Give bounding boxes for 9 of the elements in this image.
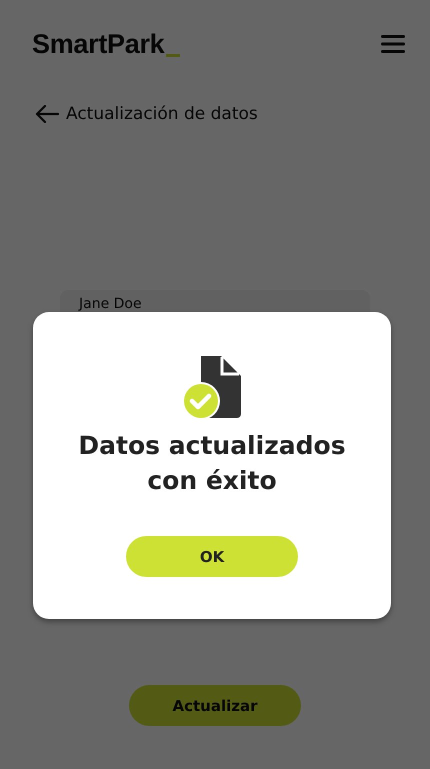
logo-text: SmartPark	[32, 30, 164, 58]
update-button[interactable]: Actualizar	[129, 685, 301, 726]
document-check-icon	[181, 354, 243, 420]
ok-button[interactable]: OK	[126, 536, 298, 577]
page-title: Actualización de datos	[66, 104, 258, 124]
logo-bar-icon	[166, 54, 180, 56]
dialog-message: Datos actualizados con éxito	[77, 430, 347, 497]
back-arrow-icon[interactable]	[35, 105, 59, 123]
menu-icon[interactable]	[381, 34, 405, 54]
